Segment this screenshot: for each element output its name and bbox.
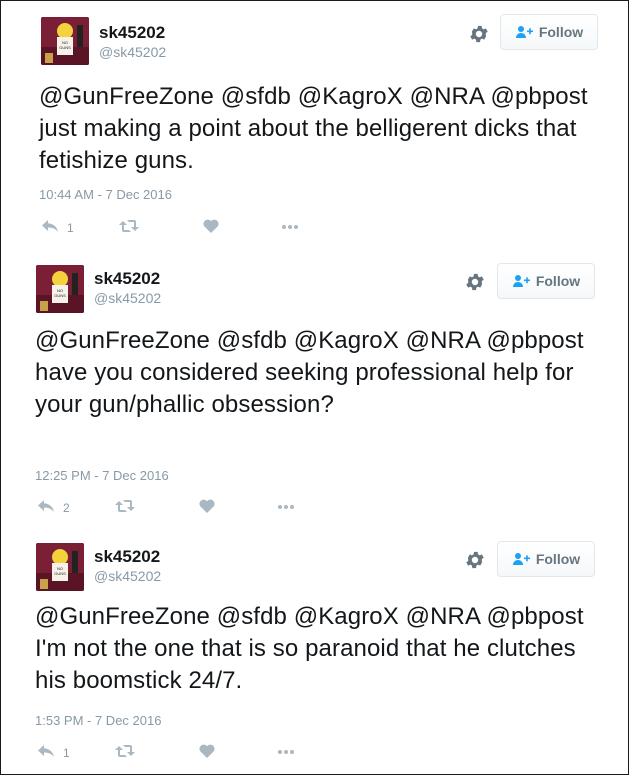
reply-button[interactable]: 1: [41, 219, 74, 236]
follow-label: Follow: [535, 273, 581, 289]
follow-button[interactable]: Follow: [497, 263, 595, 299]
tweet-text: @GunFreeZone @sfdb @KagroX @NRA @pbpost …: [35, 603, 584, 694]
more-options-button[interactable]: [281, 219, 299, 233]
retweet-button[interactable]: [115, 744, 135, 761]
reply-icon: [37, 499, 55, 516]
reply-count: 1: [67, 220, 74, 235]
more-dots-icon: [277, 499, 295, 513]
retweet-icon: [115, 744, 135, 761]
tweet-timestamp[interactable]: 1:53 PM - 7 Dec 2016: [35, 713, 161, 728]
display-name[interactable]: sk45202: [94, 269, 160, 289]
reply-count: 1: [63, 745, 70, 760]
user-handle[interactable]: @sk45202: [94, 290, 161, 306]
like-button[interactable]: [199, 744, 215, 761]
follow-button[interactable]: Follow: [497, 541, 595, 577]
more-options-button[interactable]: [277, 499, 295, 513]
more-dots-icon: [277, 744, 295, 758]
settings-gear-icon[interactable]: [464, 271, 486, 293]
settings-gear-icon[interactable]: [468, 23, 490, 45]
follow-label: Follow: [535, 551, 581, 567]
reply-icon: [41, 219, 59, 236]
avatar[interactable]: NO GUNS: [41, 17, 89, 65]
reply-icon: [37, 744, 55, 761]
heart-icon: [199, 499, 215, 516]
retweet-button[interactable]: [115, 499, 135, 516]
svg-text:GUNS: GUNS: [54, 571, 66, 576]
avatar[interactable]: NO GUNS: [36, 265, 84, 313]
reply-button[interactable]: 2: [37, 499, 70, 516]
reply-button[interactable]: 1: [37, 744, 70, 761]
more-dots-icon: [281, 219, 299, 233]
svg-text:GUNS: GUNS: [59, 45, 71, 50]
follow-person-icon: [515, 25, 533, 39]
tweet-thread: NO GUNS sk45202 @sk45202 Follow @GunFree…: [0, 0, 629, 775]
tweet-timestamp[interactable]: 12:25 PM - 7 Dec 2016: [35, 468, 169, 483]
display-name[interactable]: sk45202: [99, 23, 165, 43]
retweet-icon: [115, 499, 135, 516]
user-handle[interactable]: @sk45202: [99, 44, 166, 60]
user-handle[interactable]: @sk45202: [94, 568, 161, 584]
settings-gear-icon[interactable]: [464, 549, 486, 571]
like-button[interactable]: [203, 219, 219, 236]
follow-person-icon: [512, 552, 530, 566]
retweet-button[interactable]: [119, 219, 139, 236]
tweet-text: @GunFreeZone @sfdb @KagroX @NRA @pbpost …: [39, 83, 588, 174]
retweet-icon: [119, 219, 139, 236]
heart-icon: [203, 219, 219, 236]
svg-text:GUNS: GUNS: [54, 293, 66, 298]
follow-person-icon: [512, 274, 530, 288]
like-button[interactable]: [199, 499, 215, 516]
heart-icon: [199, 744, 215, 761]
reply-count: 2: [63, 500, 70, 515]
more-options-button[interactable]: [277, 744, 295, 758]
display-name[interactable]: sk45202: [94, 547, 160, 567]
follow-label: Follow: [538, 24, 584, 40]
avatar[interactable]: NO GUNS: [36, 543, 84, 591]
tweet-text: @GunFreeZone @sfdb @KagroX @NRA @pbpost …: [35, 327, 584, 418]
tweet-timestamp[interactable]: 10:44 AM - 7 Dec 2016: [39, 187, 172, 202]
follow-button[interactable]: Follow: [500, 14, 598, 50]
